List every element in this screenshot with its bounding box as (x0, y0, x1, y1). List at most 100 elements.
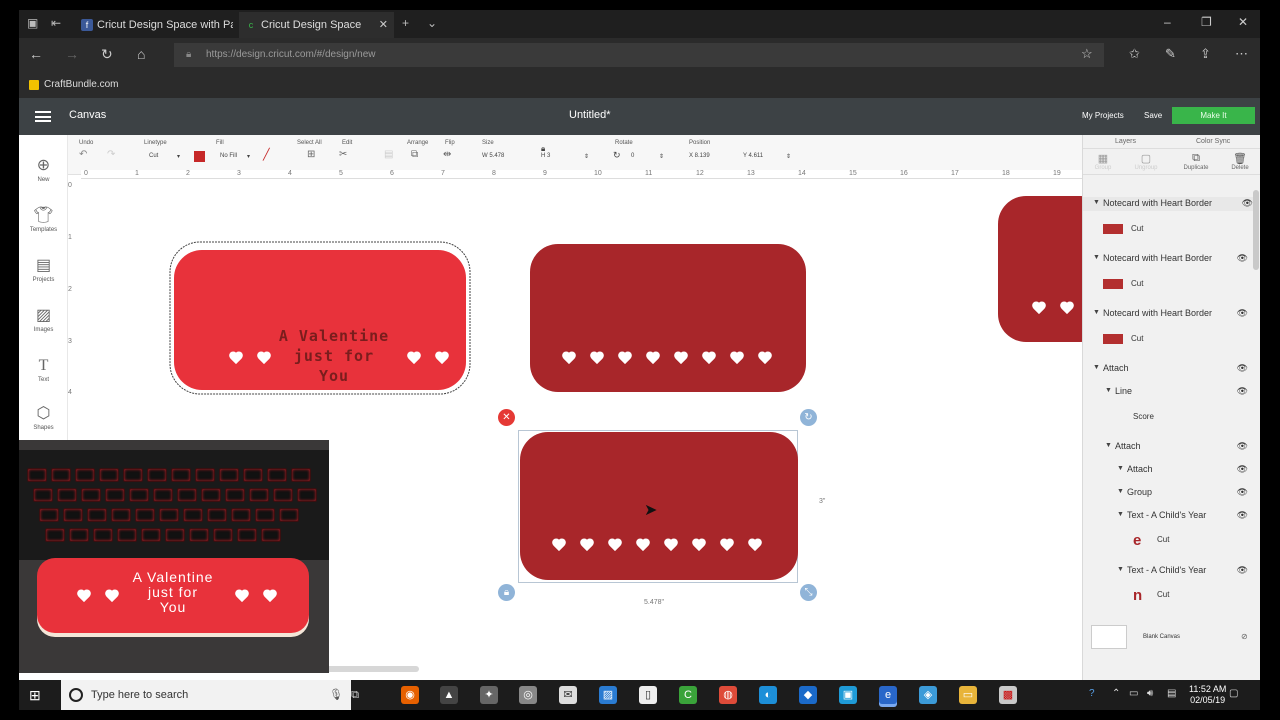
layer-row[interactable]: ▼ Notecard with Heart Border 👁︎ (1083, 252, 1248, 266)
sidebar-item-images[interactable]: ▨ Images (19, 307, 68, 333)
photos-icon[interactable]: ▨ (599, 686, 617, 704)
notecard-4[interactable] (996, 192, 1086, 346)
sidebar-item-text[interactable]: T Text (19, 357, 68, 383)
eye-icon[interactable]: 👁︎ (1242, 198, 1253, 209)
chevron-down-icon[interactable]: ⌄ (427, 16, 437, 30)
favorites-icon[interactable]: ✩ (1129, 46, 1140, 62)
app-icon[interactable]: ▩ (999, 686, 1017, 704)
layer-sub-row[interactable]: Cut (1103, 279, 1143, 289)
tab-aside-icon[interactable]: ⇤ (51, 16, 61, 30)
my-projects-link[interactable]: My Projects (1082, 111, 1124, 120)
new-tab-icon[interactable]: + (402, 16, 409, 30)
layer-sub-row[interactable]: e Cut (1133, 532, 1169, 549)
linetype-chevron-icon[interactable]: ▾ (177, 153, 180, 160)
collapse-arrow-icon[interactable]: ▼ (1117, 465, 1124, 472)
color-swatch[interactable] (1103, 224, 1123, 234)
select-all-icon[interactable]: ⊞ (307, 149, 315, 160)
firefox-icon[interactable]: ◉ (401, 686, 419, 704)
align-icon[interactable]: ▤ (384, 149, 393, 160)
notes-icon[interactable]: ✎ (1165, 46, 1176, 62)
chrome-icon[interactable]: ◍ (719, 686, 737, 704)
tab-cricut[interactable]: c Cricut Design Space ✕ (239, 12, 394, 38)
tab-facebook[interactable]: f Cricut Design Space with Pa (75, 12, 233, 38)
notifications-icon[interactable]: ▢ (1229, 688, 1238, 699)
hamburger-menu-icon[interactable] (35, 111, 51, 122)
share-icon[interactable]: ⇪ (1200, 46, 1211, 62)
collapse-arrow-icon[interactable]: ▼ (1105, 442, 1112, 449)
collapse-arrow-icon[interactable]: ▼ (1105, 387, 1112, 394)
layer-row-group[interactable]: ▼ Group 👁︎ (1083, 486, 1248, 500)
collapse-arrow-icon[interactable]: ▼ (1117, 488, 1124, 495)
close-tab-icon[interactable]: ✕ (379, 12, 388, 38)
microphone-icon[interactable]: 🎙︎ (329, 680, 343, 710)
back-icon[interactable]: ← (29, 46, 43, 62)
collapse-arrow-icon[interactable]: ▼ (1117, 511, 1124, 518)
panel-scrollbar[interactable] (1253, 190, 1259, 270)
collapse-arrow-icon[interactable]: ▼ (1117, 566, 1124, 573)
width-field[interactable]: W 5.478 (482, 153, 504, 159)
layer-row[interactable]: ▼ Notecard with Heart Border 👁︎ (1083, 197, 1253, 211)
notecard-2[interactable] (528, 240, 808, 396)
minimize-icon[interactable]: – (1164, 15, 1171, 29)
blank-canvas-swatch[interactable] (1091, 625, 1127, 649)
fill-chevron-icon[interactable]: ▾ (247, 153, 250, 160)
home-icon[interactable]: ⌂ (137, 46, 145, 62)
duplicate-tool[interactable]: ⧉ Duplicate (1178, 152, 1214, 171)
fill-select[interactable]: No Fill (220, 153, 237, 159)
url-field[interactable]: 🔒︎ https://design.cricut.com/#/design/ne… (174, 43, 1104, 67)
ungroup-tool[interactable]: ▢ Ungroup (1128, 152, 1164, 171)
arrange-icon[interactable]: ⧉ (411, 149, 418, 160)
layer-sub-row[interactable]: Cut (1103, 334, 1143, 344)
tab-layers[interactable]: Layers (1115, 138, 1136, 145)
height-field[interactable]: H 3 (541, 153, 550, 159)
redo-icon[interactable]: ↷ (107, 149, 115, 160)
system-clock[interactable]: 11:52 AM 02/05/19 (1189, 684, 1226, 706)
eye-icon[interactable]: 👁︎ (1237, 308, 1248, 319)
network-icon[interactable]: ▭ (1129, 688, 1138, 699)
volume-icon[interactable]: 🔊︎ (1147, 688, 1153, 699)
task-view-icon[interactable]: ⧉ (346, 686, 364, 704)
app-icon[interactable]: C (679, 686, 697, 704)
layer-row-text[interactable]: ▼ Text - A Child's Year 👁︎ (1083, 564, 1248, 578)
collapse-arrow-icon[interactable]: ▼ (1093, 364, 1100, 371)
sidebar-item-shapes[interactable]: ⬡ Shapes (19, 405, 68, 431)
help-icon[interactable]: ? (1089, 688, 1095, 699)
close-window-icon[interactable]: ✕ (1238, 15, 1248, 29)
eye-icon[interactable]: 👁︎ (1237, 441, 1248, 452)
edge-icon[interactable]: e (879, 686, 897, 704)
resize-handle-icon[interactable]: ⤡ (800, 584, 817, 601)
refresh-icon[interactable]: ↻ (101, 46, 113, 63)
sidebar-item-projects[interactable]: ▤ Projects (19, 257, 68, 283)
undo-icon[interactable]: ↶ (79, 149, 87, 160)
restore-icon[interactable]: ❐ (1201, 15, 1212, 29)
app-icon[interactable]: ◐ (759, 686, 777, 704)
rotate-stepper-icon[interactable]: ⇕ (659, 153, 664, 160)
language-icon[interactable]: ▤ (1167, 688, 1176, 699)
delete-handle-icon[interactable]: ✕ (498, 409, 515, 426)
tab-actions-icon[interactable]: ▣ (27, 16, 38, 30)
position-stepper-icon[interactable]: ⇕ (786, 153, 791, 160)
layer-row-attach[interactable]: ▼ Attach 👁︎ (1083, 463, 1248, 477)
rotate-handle-icon[interactable]: ↻ (800, 409, 817, 426)
group-tool[interactable]: ▦ Group (1085, 152, 1121, 171)
app-icon[interactable]: ▲ (440, 686, 458, 704)
tray-chevron-icon[interactable]: ⌃ (1112, 688, 1120, 699)
app-icon[interactable]: ▣ (839, 686, 857, 704)
eye-icon[interactable]: 👁︎ (1237, 386, 1248, 397)
layer-row-text[interactable]: ▼ Text - A Child's Year 👁︎ (1083, 509, 1248, 523)
collapse-arrow-icon[interactable]: ▼ (1093, 199, 1100, 206)
mail-icon[interactable]: ✉ (559, 686, 577, 704)
taskbar-search[interactable]: Type here to search 🎙︎ (61, 680, 351, 710)
layer-row[interactable]: ▼ Notecard with Heart Border 👁︎ (1083, 307, 1248, 321)
edit-icon[interactable]: ✂ (339, 149, 347, 160)
x-position-field[interactable]: X 8.139 (689, 153, 710, 159)
sidebar-item-templates[interactable]: 👕︎ Templates (19, 207, 68, 233)
layer-row-line[interactable]: ▼ Line 👁︎ (1083, 385, 1248, 399)
notecard-3[interactable] (518, 428, 800, 584)
color-swatch[interactable] (194, 151, 205, 162)
favorite-star-icon[interactable]: ☆ (1081, 46, 1093, 62)
layer-sub-row[interactable]: Score (1133, 412, 1154, 421)
windows-start-icon[interactable]: ⊞ (29, 687, 41, 704)
more-icon[interactable]: ⋯ (1235, 46, 1248, 62)
file-explorer-icon[interactable]: ▭ (959, 686, 977, 704)
